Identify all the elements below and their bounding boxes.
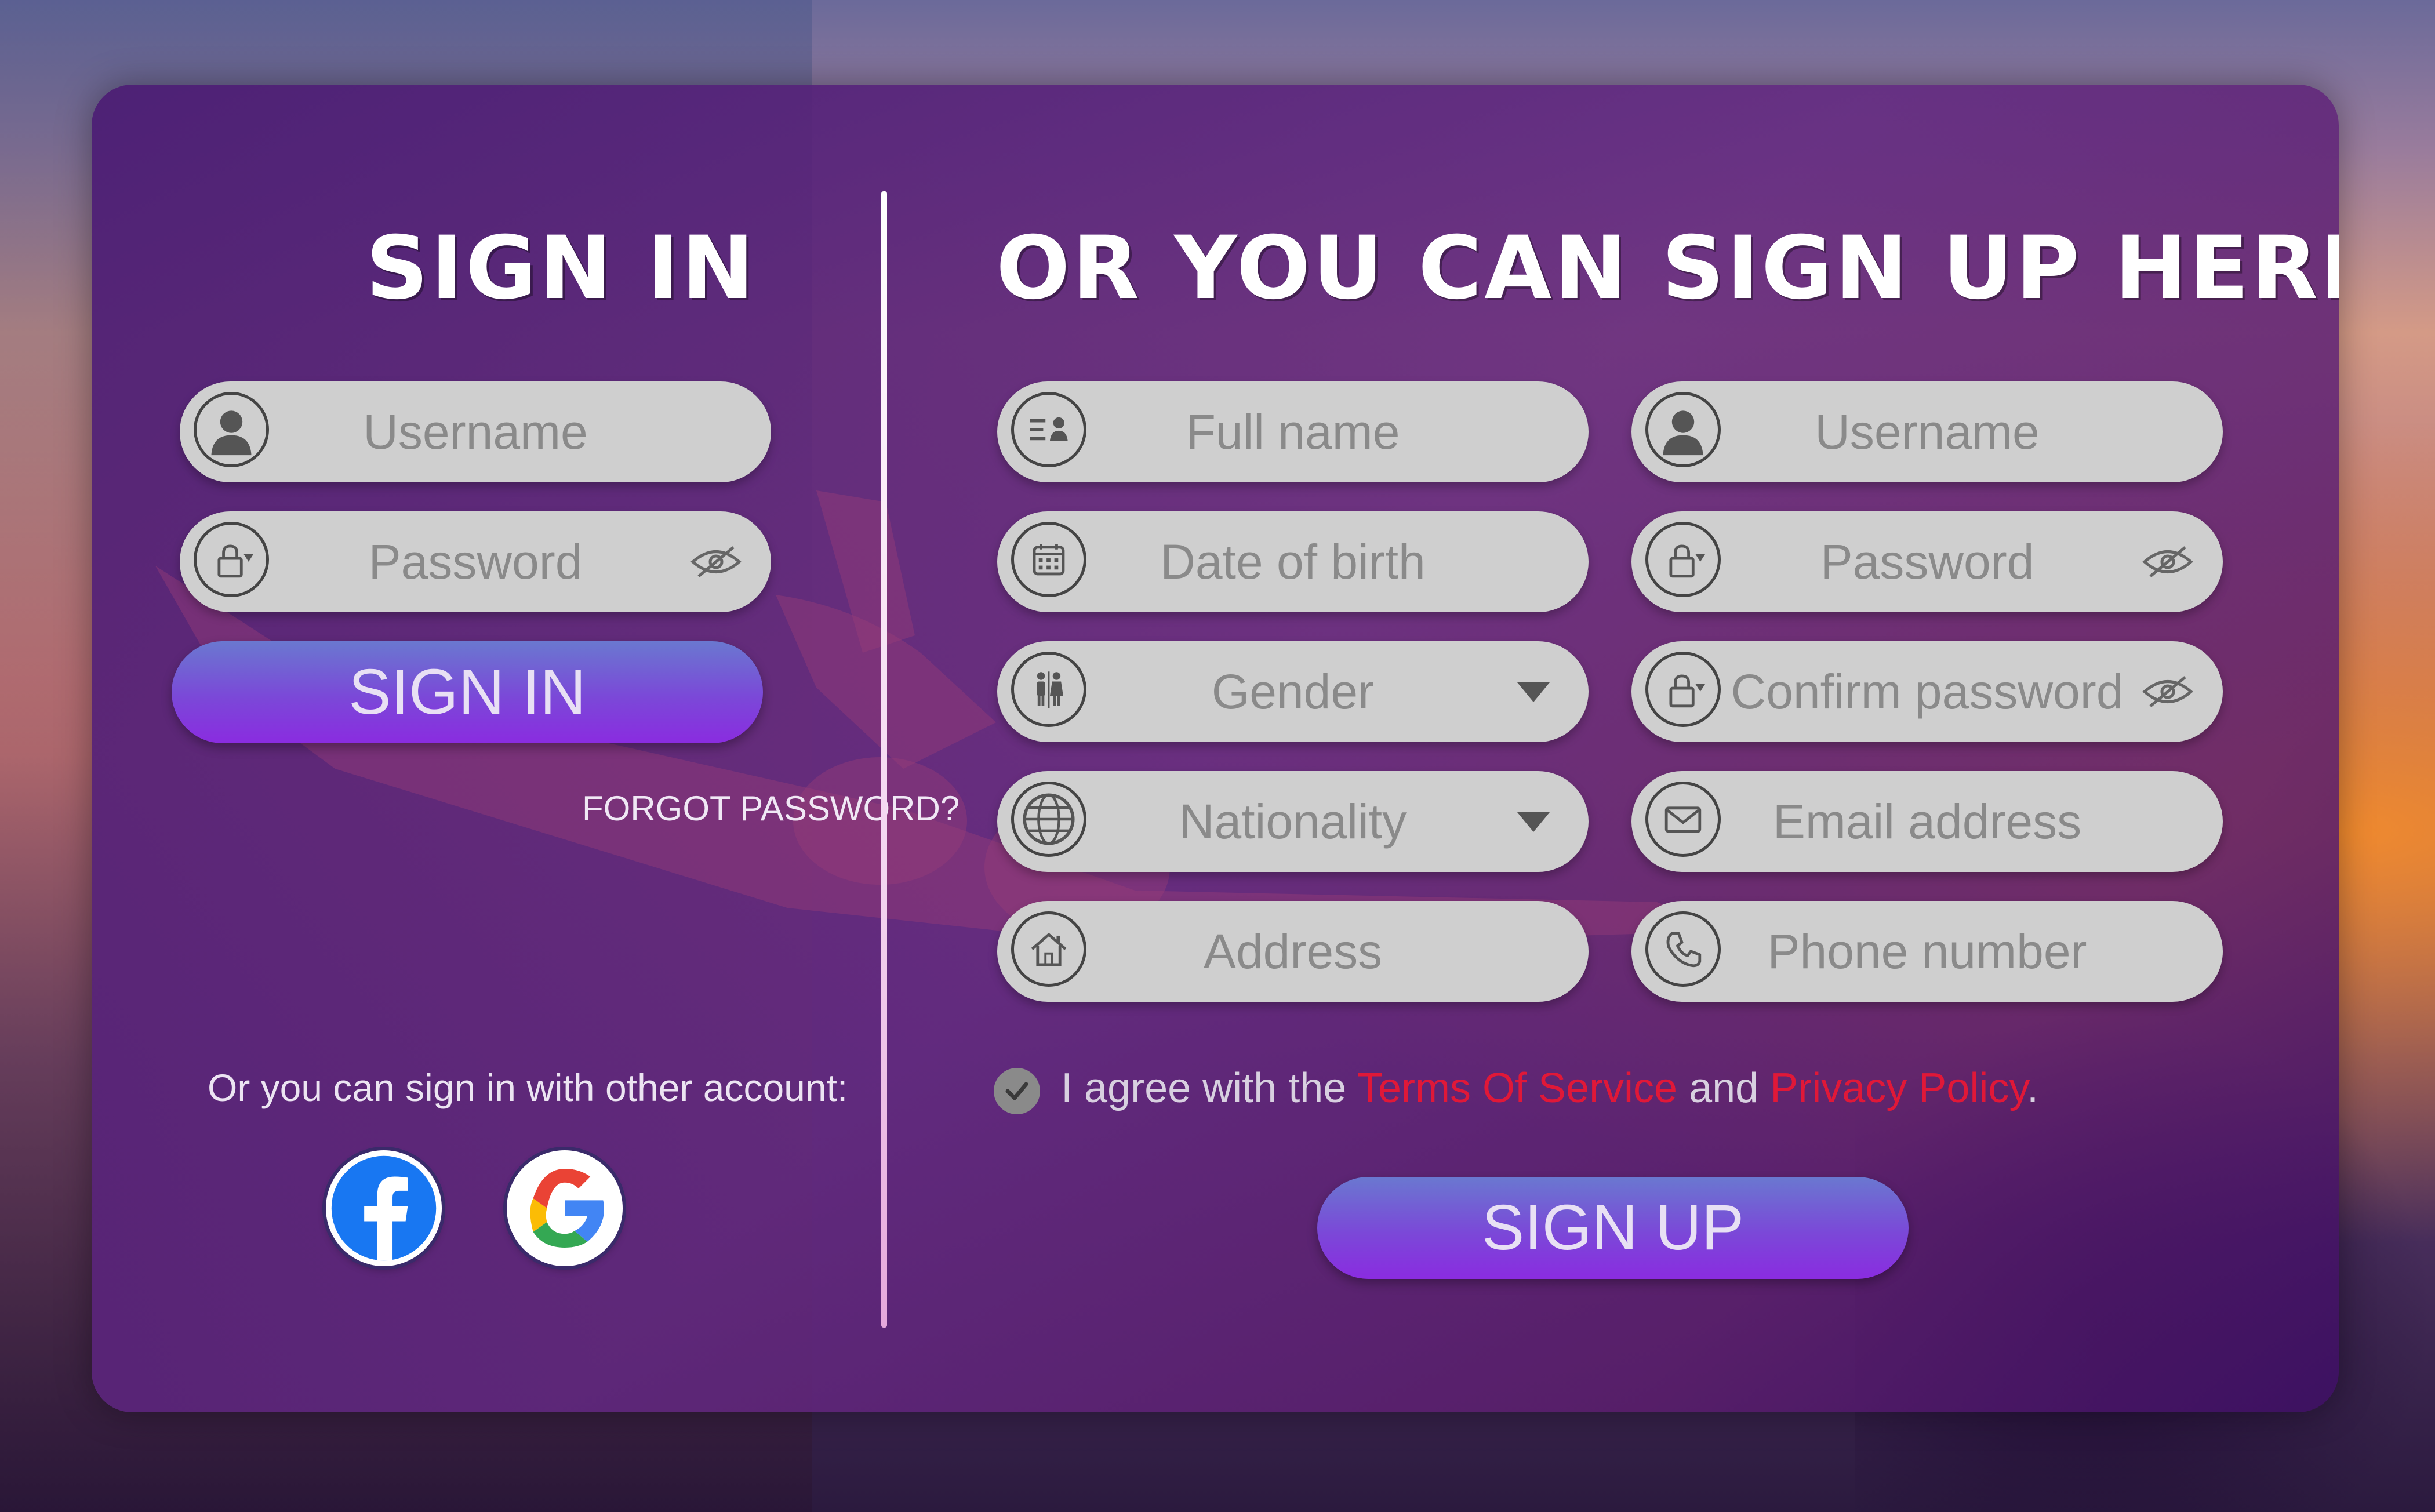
id-card-icon <box>1011 392 1086 467</box>
forgot-password-link[interactable]: FORGOT PASSWORD? <box>582 788 960 828</box>
signin-title: SIGN IN <box>365 218 757 319</box>
column-divider <box>881 191 887 1328</box>
gender-select[interactable]: Gender <box>997 641 1589 742</box>
auth-panel: SIGN IN Username Password SIGN IN FORGOT… <box>92 85 2339 1412</box>
lock-refresh-icon <box>1645 522 1721 597</box>
lock-refresh-icon <box>1645 652 1721 727</box>
lock-refresh-icon <box>194 522 269 597</box>
globe-icon <box>1011 782 1086 857</box>
signup-username-field[interactable]: Username <box>1631 381 2223 482</box>
chevron-down-icon[interactable] <box>1507 801 1560 842</box>
terms-link[interactable]: Terms Of Service <box>1357 1065 1677 1111</box>
dob-field[interactable]: Date of birth <box>997 511 1589 612</box>
calendar-icon <box>1011 522 1086 597</box>
agree-prefix: I agree with the <box>1061 1065 1357 1111</box>
user-icon <box>1645 392 1721 467</box>
email-placeholder: Email address <box>1772 794 2082 849</box>
address-field[interactable]: Address <box>997 901 1589 1002</box>
agree-text: I agree with the Terms Of Service and Pr… <box>1061 1064 2038 1112</box>
fullname-field[interactable]: Full name <box>997 381 1589 482</box>
signup-title: OR YOU CAN SIGN UP HERE <box>996 218 2339 319</box>
phone-placeholder: Phone number <box>1767 924 2087 979</box>
nationality-placeholder: Nationality <box>1179 794 1407 849</box>
eye-slash-icon[interactable] <box>2142 541 2194 582</box>
signin-button[interactable]: SIGN IN <box>172 641 763 743</box>
nationality-select[interactable]: Nationality <box>997 771 1589 872</box>
agree-middle: and <box>1677 1065 1771 1111</box>
confirm-password-placeholder: Confirm password <box>1731 664 2124 719</box>
google-icon <box>530 1169 604 1248</box>
fullname-placeholder: Full name <box>1186 405 1400 459</box>
eye-slash-icon[interactable] <box>2142 671 2194 712</box>
privacy-link[interactable]: Privacy Policy <box>1770 1065 2027 1111</box>
phone-field[interactable]: Phone number <box>1631 901 2223 1002</box>
signin-password-field[interactable]: Password <box>180 511 771 612</box>
phone-icon <box>1645 911 1721 987</box>
dob-placeholder: Date of birth <box>1160 535 1426 589</box>
gender-placeholder: Gender <box>1211 664 1375 719</box>
address-placeholder: Address <box>1203 924 1383 979</box>
google-login-button[interactable] <box>507 1150 623 1266</box>
email-field[interactable]: Email address <box>1631 771 2223 872</box>
facebook-login-button[interactable] <box>326 1150 442 1266</box>
user-icon <box>194 392 269 467</box>
confirm-password-field[interactable]: Confirm password <box>1631 641 2223 742</box>
signup-button[interactable]: SIGN UP <box>1317 1177 1909 1279</box>
signup-username-placeholder: Username <box>1815 405 2040 459</box>
gender-icon <box>1011 652 1086 727</box>
envelope-icon <box>1645 782 1721 857</box>
other-account-text: Or you can sign in with other account: <box>208 1066 848 1109</box>
agree-suffix: . <box>2027 1065 2039 1111</box>
signin-username-placeholder: Username <box>363 405 588 459</box>
chevron-down-icon[interactable] <box>1507 671 1560 712</box>
signin-password-placeholder: Password <box>368 535 583 589</box>
checkmark-icon <box>1005 1082 1028 1100</box>
signup-password-field[interactable]: Password <box>1631 511 2223 612</box>
signin-username-field[interactable]: Username <box>180 381 771 482</box>
facebook-icon <box>331 1155 437 1261</box>
signup-password-placeholder: Password <box>1820 535 2034 589</box>
eye-slash-icon[interactable] <box>690 541 742 582</box>
agree-checkbox[interactable] <box>994 1068 1040 1114</box>
home-icon <box>1011 911 1086 987</box>
